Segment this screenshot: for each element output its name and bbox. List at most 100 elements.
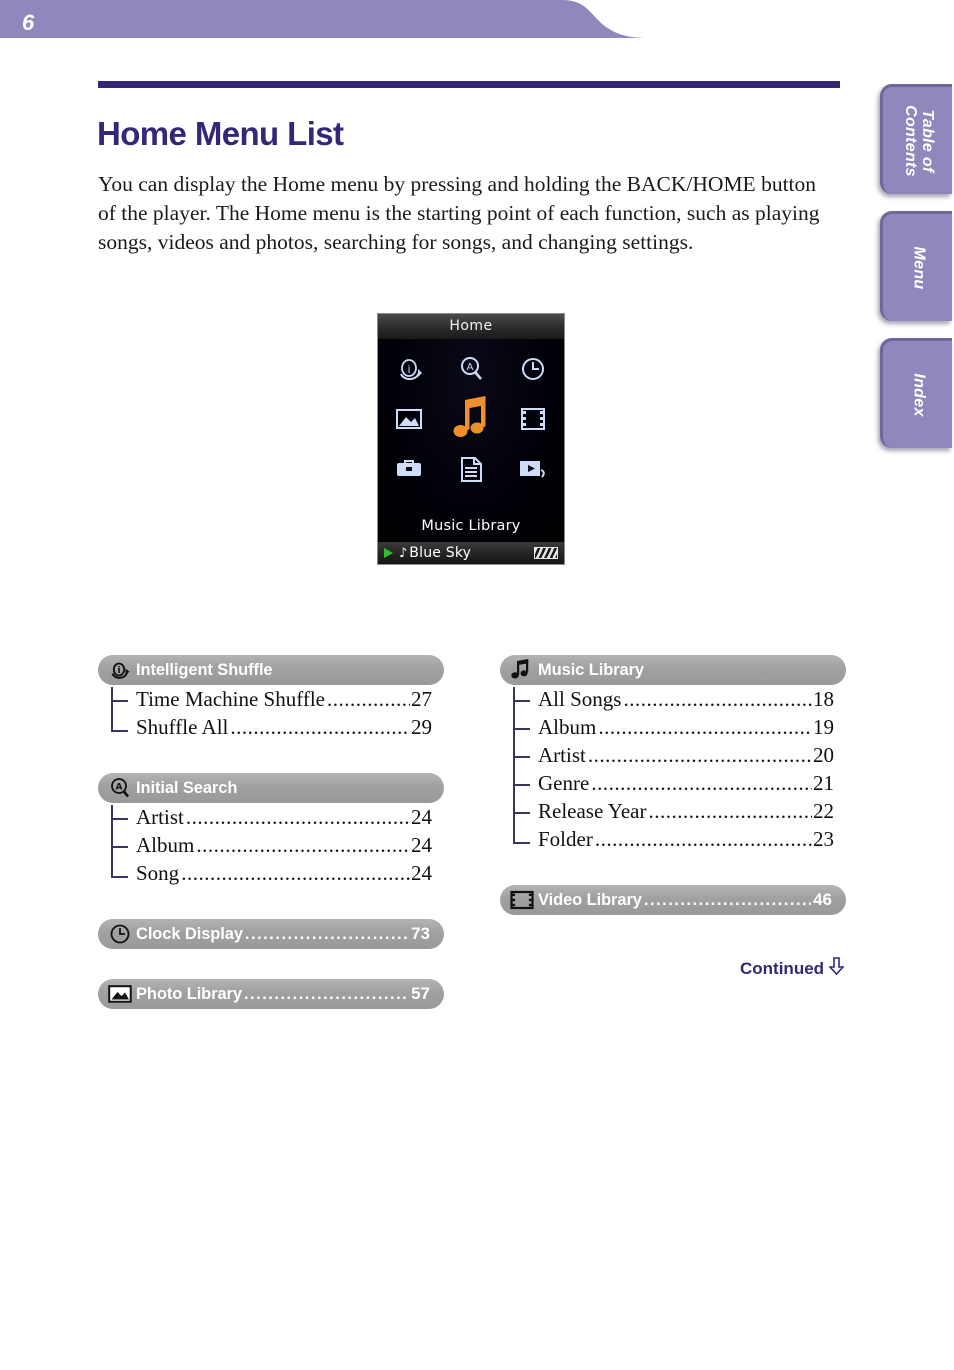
side-tab-menu[interactable]: Menu	[880, 211, 952, 321]
menu-group-label: Video Library	[538, 890, 642, 909]
menu-subitem[interactable]: Release Year............................…	[512, 799, 846, 827]
menu-group-page: 46	[813, 890, 832, 909]
initial-search-icon: A	[456, 354, 486, 389]
menu-subitem-label: Folder	[538, 827, 593, 851]
menu-group-header[interactable]: Photo Library...........................…	[98, 979, 444, 1009]
menu-group-label: Photo Library	[136, 984, 242, 1003]
side-tab-index[interactable]: Index	[880, 338, 952, 448]
svg-text:A: A	[467, 362, 474, 373]
menu-group: i Intelligent Shuffle Time Machine Shuffle…	[98, 655, 444, 765]
device-selected-caption: Music Library	[421, 518, 521, 534]
menu-subitem-page: 24	[411, 833, 432, 857]
menu-subitem-label: Artist	[136, 805, 184, 829]
menu-subitem-page: 27	[411, 687, 432, 711]
leader-dots: ........................................…	[327, 687, 410, 711]
continued-marker: Continued	[740, 957, 845, 980]
menu-subitems: Time Machine Shuffle....................…	[98, 687, 444, 743]
menu-group-label: Music Library	[538, 660, 644, 679]
page-number: 6	[22, 10, 35, 35]
menu-subitem[interactable]: Folder..................................…	[512, 827, 846, 855]
tree-tee-icon	[512, 771, 534, 799]
menu-subitem-page: 24	[411, 861, 432, 885]
menu-group-header[interactable]: i Intelligent Shuffle	[98, 655, 444, 685]
menu-subitem[interactable]: Artist..................................…	[110, 805, 444, 833]
photo-library-icon	[108, 983, 132, 1005]
battery-icon	[534, 547, 558, 559]
leader-dots: ........................................	[244, 924, 410, 943]
leader-dots: ........................................…	[181, 861, 410, 885]
menu-subitem-label: Album	[538, 715, 597, 739]
menu-subitem[interactable]: Genre...................................…	[512, 771, 846, 799]
menu-subitem-page: 24	[411, 805, 432, 829]
play-icon	[384, 548, 393, 558]
menu-subitem[interactable]: Song....................................…	[110, 861, 444, 889]
menu-group-page: 73	[411, 924, 430, 943]
clock-display-icon	[518, 354, 548, 389]
video-library-icon	[510, 889, 534, 911]
leader-dots: ........................................…	[230, 715, 410, 739]
menu-subitem-page: 20	[813, 743, 834, 767]
tree-tee-icon	[110, 833, 132, 861]
music-library-icon	[446, 394, 496, 449]
menu-subitem[interactable]: All Songs...............................…	[512, 687, 846, 715]
leader-dots: ........................................…	[587, 743, 812, 767]
settings-icon	[394, 456, 424, 487]
menu-group-header[interactable]: Music Library	[500, 655, 846, 685]
music-note-icon: ♪	[399, 545, 408, 561]
side-tab-table-of-contents[interactable]: Table of Contents	[880, 84, 952, 194]
menu-group: A Initial Search Artist...................…	[98, 773, 444, 911]
leader-dots: ........................................…	[185, 805, 410, 829]
menu-column-left: i Intelligent Shuffle Time Machine Shuffle…	[98, 655, 444, 1039]
intelligent-shuffle-icon: i	[394, 354, 424, 389]
menu-subitems: Artist..................................…	[98, 805, 444, 889]
menu-subitems: All Songs...............................…	[500, 687, 846, 855]
page-header-band	[0, 0, 954, 46]
menu-group: Clock Display...........................…	[98, 919, 444, 971]
leader-dots: ........................................…	[648, 799, 812, 823]
menu-subitem-label: Time Machine Shuffle	[136, 687, 325, 711]
menu-subitem-label: Genre	[538, 771, 590, 795]
menu-group-header[interactable]: Video Library...........................…	[500, 885, 846, 915]
menu-subitem[interactable]: Shuffle All.............................…	[110, 715, 444, 743]
menu-subitem-page: 18	[813, 687, 834, 711]
menu-subitem[interactable]: Time Machine Shuffle....................…	[110, 687, 444, 715]
svg-text:i: i	[407, 363, 410, 376]
leader-dots: ........................................…	[623, 687, 812, 711]
menu-group: Photo Library...........................…	[98, 979, 444, 1031]
menu-group-header[interactable]: Clock Display...........................…	[98, 919, 444, 949]
menu-group-label: Initial Search	[136, 778, 238, 797]
tree-tee-icon	[512, 799, 534, 827]
menu-column-right: Music Library All Songs..................…	[500, 655, 846, 945]
device-home-grid: i A Music Library	[378, 339, 564, 542]
device-status-bar: ♪ Blue Sky	[378, 542, 564, 564]
tree-corner-icon	[512, 827, 534, 855]
leader-dots: ........................................…	[196, 833, 410, 857]
menu-subitem-page: 23	[813, 827, 834, 851]
leader-dots: ........................................…	[594, 827, 812, 851]
page-title: Home Menu List	[97, 115, 344, 153]
continued-label: Continued	[740, 958, 825, 978]
menu-group-header[interactable]: A Initial Search	[98, 773, 444, 803]
leader-dots: ........................................	[643, 890, 811, 909]
menu-group-page: 57	[411, 984, 430, 1003]
leader-dots: ........................................	[243, 984, 409, 1003]
photo-library-icon	[394, 406, 424, 437]
tree-tee-icon	[512, 687, 534, 715]
menu-subitem-label: Artist	[538, 743, 586, 767]
device-title: Home	[378, 314, 564, 339]
tree-tee-icon	[512, 743, 534, 771]
menu-subitem[interactable]: Artist..................................…	[512, 743, 846, 771]
tree-tee-icon	[110, 687, 132, 715]
tree-corner-icon	[110, 861, 132, 889]
menu-subitem[interactable]: Album...................................…	[512, 715, 846, 743]
side-tab-label: Index	[909, 372, 927, 417]
menu-subitem-label: Album	[136, 833, 195, 857]
menu-group: Music Library All Songs..................…	[500, 655, 846, 877]
menu-subitem[interactable]: Album...................................…	[110, 833, 444, 861]
